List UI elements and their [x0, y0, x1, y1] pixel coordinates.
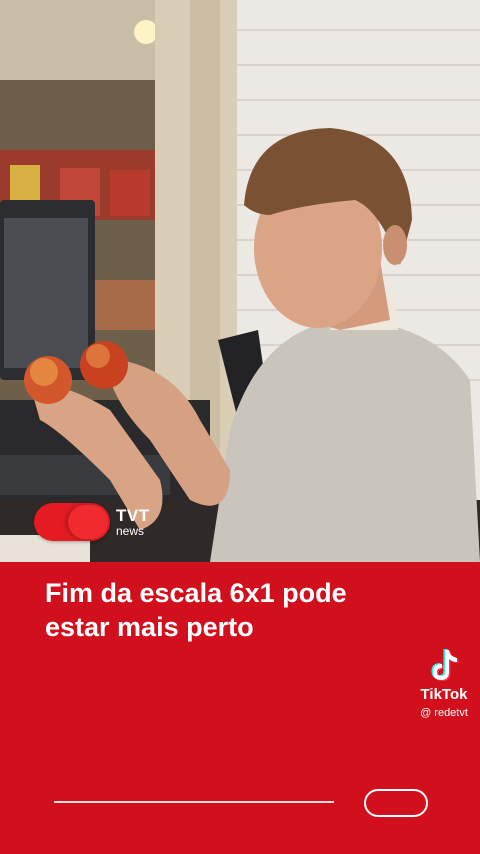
progress-line [54, 801, 334, 803]
brand-subname: news [116, 524, 145, 538]
tvt-logo-mark-icon [34, 503, 110, 541]
tiktok-icon [427, 646, 461, 684]
outline-pill-button[interactable] [364, 789, 428, 817]
checkout-scene-illustration [0, 0, 480, 562]
tiktok-handle: @ redetvt [420, 707, 468, 719]
tiktok-label: TikTok [420, 686, 468, 703]
tiktok-watermark: TikTok @ redetvt [408, 646, 480, 719]
headline: Fim da escala 6x1 pode estar mais perto [45, 576, 425, 644]
news-photo [0, 0, 480, 562]
headline-line-1: Fim da escala 6x1 pode [45, 578, 347, 608]
brand-name: TVT [116, 506, 150, 525]
tvt-news-logo: TVT news [34, 502, 150, 542]
headline-line-2: estar mais perto [45, 612, 254, 642]
